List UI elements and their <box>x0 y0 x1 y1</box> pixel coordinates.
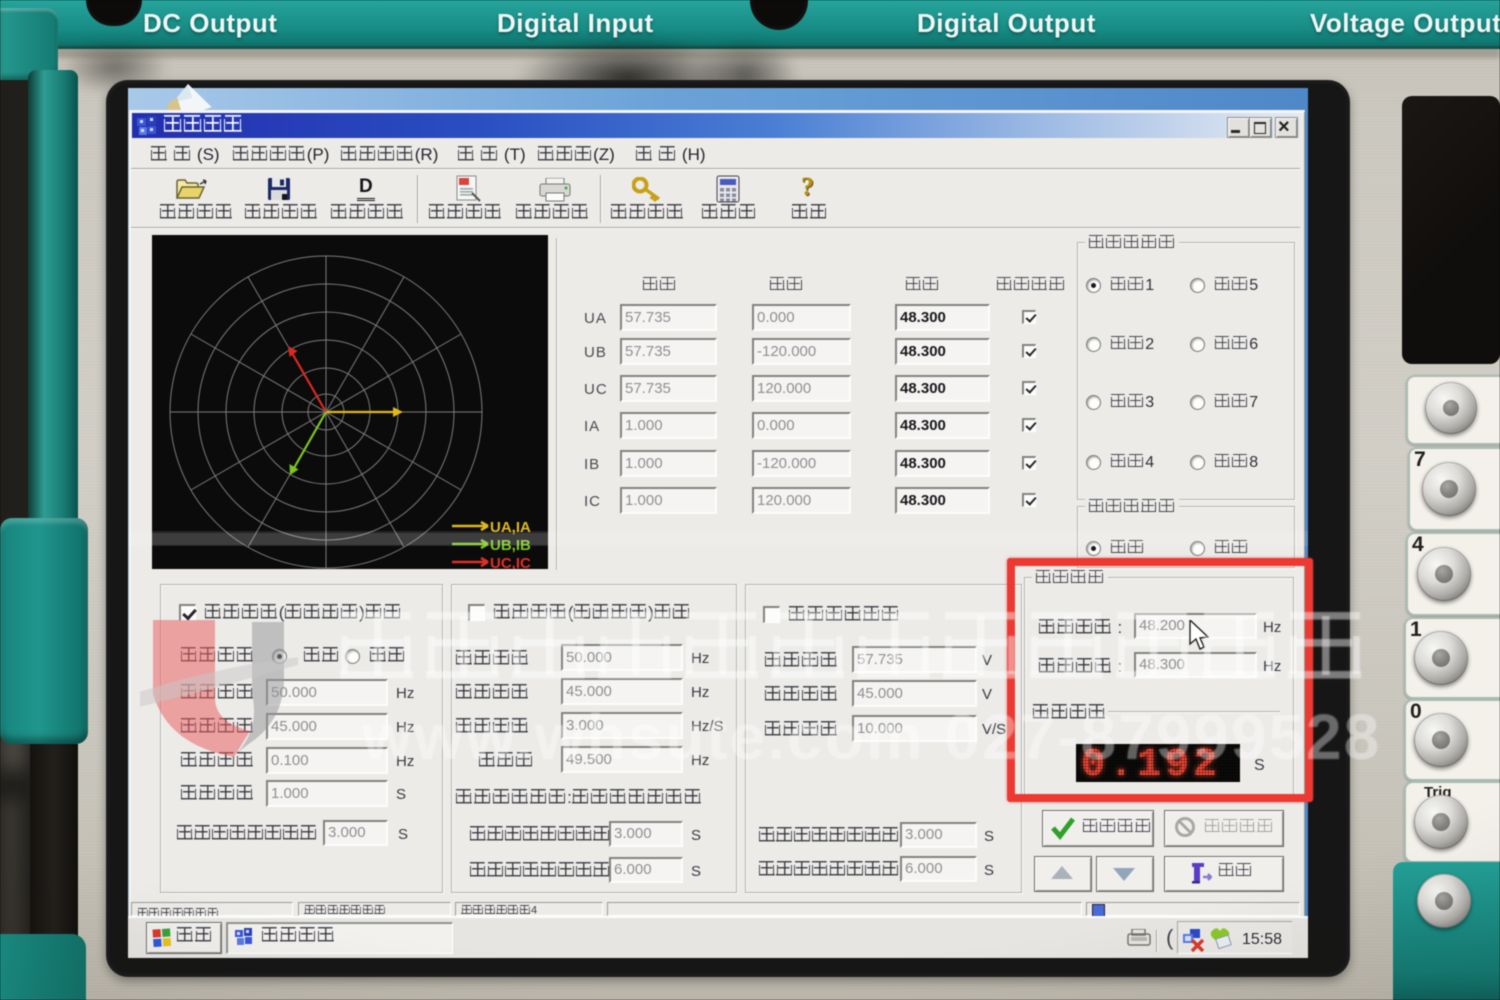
svg-text:UC,IC: UC,IC <box>490 555 531 569</box>
